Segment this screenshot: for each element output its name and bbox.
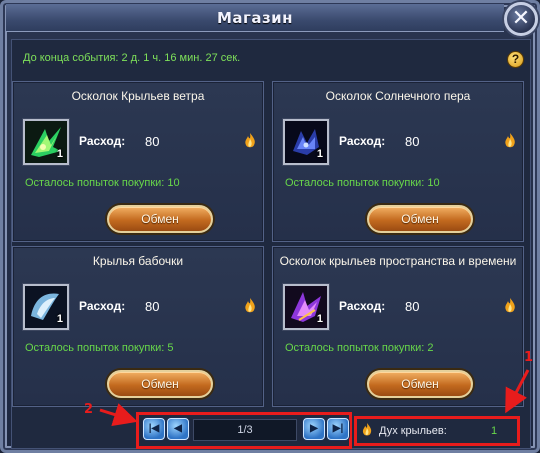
exchange-button[interactable]: Обмен — [107, 205, 213, 233]
exchange-button[interactable]: Обмен — [367, 205, 473, 233]
purchase-attempts-left: Осталось попыток покупки: 10 — [285, 177, 440, 189]
item-name: Осколок крыльев пространства и времени — [279, 254, 517, 268]
cost-label: Расход: — [79, 134, 126, 148]
annotation-marker-2: 2 — [84, 402, 94, 417]
flame-currency-icon — [245, 298, 255, 313]
event-timer: До конца события: 2 д. 1 ч. 16 мин. 27 с… — [23, 52, 241, 64]
annotation-marker-1: 1 — [524, 350, 534, 365]
balance-value: 1 — [491, 425, 498, 437]
shop-item-card: Осколок Крыльев ветра 1 Расход: 80 Остал… — [12, 81, 264, 242]
page-indicator: 1/3 — [193, 419, 297, 441]
last-page-button[interactable]: ▶| — [327, 418, 349, 440]
close-icon: ✕ — [511, 6, 531, 31]
flame-currency-icon — [245, 133, 255, 148]
purchase-attempts-left: Осталось попыток покупки: 10 — [25, 177, 180, 189]
item-count: 1 — [56, 313, 63, 325]
flame-currency-icon — [362, 423, 372, 436]
cost-label: Расход: — [79, 299, 126, 313]
cost-label: Расход: — [339, 299, 386, 313]
help-icon[interactable]: ? — [507, 51, 524, 68]
next-page-icon: ▶ — [310, 423, 318, 434]
butterfly-wings-icon[interactable]: 1 — [23, 284, 69, 330]
cost-label: Расход: — [339, 134, 386, 148]
item-count: 1 — [316, 313, 323, 325]
flame-currency-icon — [505, 298, 515, 313]
last-page-icon: ▶| — [332, 423, 344, 434]
balance-label: Дух крыльев: — [379, 425, 447, 437]
item-name: Осколок Крыльев ветра — [71, 89, 205, 103]
cost-value: 80 — [405, 299, 420, 314]
item-name: Крылья бабочки — [92, 254, 184, 268]
window-title: Магазин — [216, 8, 294, 27]
next-page-button[interactable]: ▶ — [303, 418, 325, 440]
cost-value: 80 — [405, 134, 420, 149]
exchange-button[interactable]: Обмен — [107, 370, 213, 398]
item-name: Осколок Солнечного пера — [325, 89, 471, 103]
exchange-button[interactable]: Обмен — [367, 370, 473, 398]
prev-page-icon: ◀ — [174, 423, 182, 434]
green-wing-shard-icon[interactable]: 1 — [23, 119, 69, 165]
shop-item-card: Осколок крыльев пространства и времени 1… — [272, 246, 524, 407]
purchase-attempts-left: Осталось попыток покупки: 5 — [25, 342, 174, 354]
first-page-button[interactable]: |◀ — [143, 418, 165, 440]
item-count: 1 — [56, 148, 63, 160]
cost-value: 80 — [145, 299, 160, 314]
close-button[interactable]: ✕ — [504, 2, 538, 36]
shop-item-card: Осколок Солнечного пера 1 Расход: 80 Ост… — [272, 81, 524, 242]
purple-wing-shard-icon[interactable]: 1 — [283, 284, 329, 330]
first-page-icon: |◀ — [148, 423, 160, 434]
title-bar: Магазин — [6, 4, 504, 32]
dark-blue-wing-icon[interactable]: 1 — [283, 119, 329, 165]
flame-currency-icon — [505, 133, 515, 148]
prev-page-button[interactable]: ◀ — [167, 418, 189, 440]
shop-item-card: Крылья бабочки 1 Расход: 80 Осталось поп… — [12, 246, 264, 407]
item-count: 1 — [316, 148, 323, 160]
purchase-attempts-left: Осталось попыток покупки: 2 — [285, 342, 434, 354]
cost-value: 80 — [145, 134, 160, 149]
